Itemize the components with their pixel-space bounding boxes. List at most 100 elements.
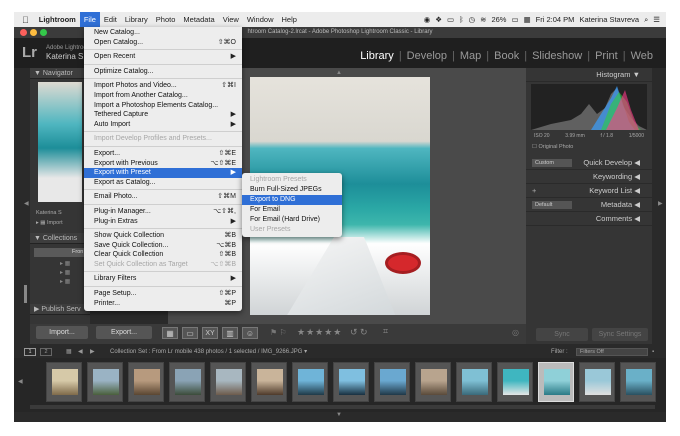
secondary-window-2-button[interactable]: 2 bbox=[40, 348, 52, 356]
zoom-window-button[interactable] bbox=[40, 29, 47, 36]
filmstrip-scroll-left-icon[interactable]: ◀ bbox=[18, 378, 23, 385]
file-menu-item-export-with-preset[interactable]: Export with Preset ▶ bbox=[84, 168, 242, 178]
filmstrip-thumbnail[interactable] bbox=[497, 362, 533, 402]
module-web[interactable]: Web bbox=[626, 50, 658, 62]
toolbar-menu-icon[interactable]: ◎ bbox=[512, 328, 519, 337]
time-machine-icon[interactable]: ◷ bbox=[469, 15, 476, 24]
file-menu-item-open-recent[interactable]: Open Recent ▶ bbox=[84, 52, 242, 62]
module-print[interactable]: Print bbox=[590, 50, 623, 62]
menu-view[interactable]: View bbox=[219, 12, 243, 27]
bluetooth-icon[interactable]: ᛒ bbox=[459, 15, 464, 24]
filmstrip-thumbnail[interactable] bbox=[374, 362, 410, 402]
publish-services-header[interactable]: ▶ Publish Serv bbox=[30, 304, 90, 315]
menu-file[interactable]: File bbox=[79, 12, 100, 27]
keyword-list-header[interactable]: + Keyword List ◀ bbox=[526, 184, 652, 198]
quick-develop-header[interactable]: Custom Quick Develop ◀ bbox=[526, 156, 652, 170]
creative-cloud-icon[interactable]: ◉ bbox=[424, 15, 431, 24]
left-scrollbar[interactable] bbox=[24, 285, 27, 303]
original-photo-toggle[interactable]: ☐ Original Photo bbox=[532, 144, 573, 150]
metadata-preset-select[interactable]: Default bbox=[532, 201, 572, 209]
file-menu-item-import-a-photoshop-elements-catalog[interactable]: Import a Photoshop Elements Catalog... bbox=[84, 101, 242, 111]
filmstrip-thumbnail[interactable] bbox=[292, 362, 328, 402]
filmstrip-scrollbar[interactable] bbox=[30, 405, 655, 409]
battery-icon[interactable]: ▭ bbox=[511, 15, 518, 24]
flag-icon[interactable]: ▦ bbox=[524, 15, 531, 24]
comments-header[interactable]: Comments ◀ bbox=[526, 212, 652, 226]
module-slideshow[interactable]: Slideshow bbox=[527, 50, 587, 62]
navigator-preview[interactable] bbox=[38, 82, 82, 202]
grid-view-icon[interactable]: ▦ bbox=[162, 327, 178, 339]
top-panel-toggle-icon[interactable]: ▲ bbox=[336, 70, 342, 76]
file-menu-item-page-setup[interactable]: Page Setup... ⇧⌘P bbox=[84, 289, 242, 299]
menu-metadata[interactable]: Metadata bbox=[179, 12, 218, 27]
right-panel-collapse-icon[interactable]: ▶ bbox=[658, 200, 663, 207]
airplay-icon[interactable]: ▭ bbox=[447, 15, 454, 24]
export-preset-burn-full-sized-jpegs[interactable]: Burn Full-Sized JPEGs bbox=[242, 185, 342, 195]
secondary-window-1-button[interactable]: 1 bbox=[24, 348, 36, 356]
filmstrip-thumbnail[interactable] bbox=[456, 362, 492, 402]
filmstrip-thumbnail[interactable] bbox=[415, 362, 451, 402]
filmstrip-thumbnail[interactable] bbox=[251, 362, 287, 402]
loupe-view-icon[interactable]: ▭ bbox=[182, 327, 198, 339]
compare-view-icon[interactable]: XY bbox=[202, 327, 218, 339]
module-develop[interactable]: Develop bbox=[402, 50, 452, 62]
export-preset-for-email-hard-drive[interactable]: For Email (Hard Drive) bbox=[242, 215, 342, 225]
file-menu-item-plug-in-extras[interactable]: Plug-in Extras ▶ bbox=[84, 217, 242, 227]
add-keyword-icon[interactable]: + bbox=[532, 184, 536, 198]
filmstrip-thumbnail[interactable] bbox=[538, 362, 574, 402]
minimize-window-button[interactable] bbox=[30, 29, 37, 36]
histogram[interactable] bbox=[531, 84, 647, 130]
filter-lock-icon[interactable]: ▪ bbox=[652, 346, 654, 358]
module-map[interactable]: Map bbox=[455, 50, 486, 62]
file-menu-item-optimize-catalog[interactable]: Optimize Catalog... bbox=[84, 67, 242, 77]
file-menu-item-show-quick-collection[interactable]: Show Quick Collection ⌘B bbox=[84, 231, 242, 241]
import-button[interactable]: Import... bbox=[36, 326, 88, 339]
menu-edit[interactable]: Edit bbox=[100, 12, 121, 27]
menu-window[interactable]: Window bbox=[243, 12, 278, 27]
saved-preset-select[interactable]: Custom bbox=[532, 159, 572, 167]
export-preset-export-to-dng[interactable]: Export to DNG bbox=[242, 195, 342, 205]
survey-view-icon[interactable]: ▥ bbox=[222, 327, 238, 339]
menu-photo[interactable]: Photo bbox=[152, 12, 180, 27]
menu-library[interactable]: Library bbox=[121, 12, 152, 27]
dropbox-icon[interactable]: ❖ bbox=[435, 15, 442, 24]
file-menu-item-printer[interactable]: Printer... ⌘P bbox=[84, 299, 242, 309]
filmstrip-thumbnail[interactable] bbox=[620, 362, 656, 402]
collection-from-lr[interactable]: Fron bbox=[34, 248, 90, 257]
file-menu-item-import-photos-and-video[interactable]: Import Photos and Video... ⇧⌘I bbox=[84, 81, 242, 91]
filmstrip-thumbnail[interactable] bbox=[579, 362, 615, 402]
navigator-header[interactable]: ▼ Navigator bbox=[30, 68, 90, 79]
collection-subitems[interactable]: ▸ ▦ ▸ ▦ ▸ ▦ bbox=[60, 260, 70, 287]
export-button[interactable]: Export... bbox=[96, 326, 152, 339]
clock[interactable]: Fri 2:04 PM bbox=[536, 15, 575, 24]
file-menu-item-library-filters[interactable]: Library Filters ▶ bbox=[84, 274, 242, 284]
filter-select[interactable]: Filters Off bbox=[576, 348, 648, 356]
keywording-header[interactable]: Keywording ◀ bbox=[526, 170, 652, 184]
file-menu-item-export-as-catalog[interactable]: Export as Catalog... bbox=[84, 178, 242, 188]
apple-icon[interactable]:  bbox=[14, 15, 35, 25]
file-menu-item-plug-in-manager[interactable]: Plug-in Manager... ⌥⇧⌘, bbox=[84, 207, 242, 217]
filmstrip-thumbnail[interactable] bbox=[210, 362, 246, 402]
close-window-button[interactable] bbox=[20, 29, 27, 36]
spotlight-icon[interactable]: ⌕ bbox=[644, 15, 648, 25]
file-menu-item-open-catalog[interactable]: Open Catalog... ⇧⌘O bbox=[84, 38, 242, 48]
crop-icon[interactable]: ⌗ bbox=[383, 326, 388, 337]
back-arrow-icon[interactable]: ◀ bbox=[78, 346, 83, 358]
filmstrip-thumbnail[interactable] bbox=[169, 362, 205, 402]
file-menu-item-export[interactable]: Export... ⇧⌘E bbox=[84, 149, 242, 159]
file-menu-item-save-quick-collection[interactable]: Save Quick Collection... ⌥⌘B bbox=[84, 241, 242, 251]
filmstrip-source-info[interactable]: Collection Set : From Lr mobile 438 phot… bbox=[110, 346, 307, 358]
histogram-header[interactable]: Histogram ▼ bbox=[526, 68, 652, 82]
menu-lightroom[interactable]: Lightroom bbox=[35, 12, 80, 27]
file-menu-item-tethered-capture[interactable]: Tethered Capture ▶ bbox=[84, 110, 242, 120]
file-menu-item-auto-import[interactable]: Auto Import ▶ bbox=[84, 120, 242, 130]
rotate-icons[interactable]: ↺ ↻ bbox=[350, 327, 368, 338]
forward-arrow-icon[interactable]: ▶ bbox=[90, 346, 95, 358]
filmstrip-thumbnail[interactable] bbox=[333, 362, 369, 402]
flag-icons[interactable]: ⚑ ⚐ bbox=[270, 328, 287, 337]
sync-settings-button[interactable]: Sync Settings bbox=[592, 328, 648, 341]
file-menu-item-import-from-another-catalog[interactable]: Import from Another Catalog... bbox=[84, 91, 242, 101]
file-menu-item-email-photo[interactable]: Email Photo... ⇧⌘M bbox=[84, 192, 242, 202]
star-rating[interactable]: ★★★★★ bbox=[297, 327, 342, 338]
grid-nav-icon[interactable]: ▦ bbox=[66, 346, 72, 358]
